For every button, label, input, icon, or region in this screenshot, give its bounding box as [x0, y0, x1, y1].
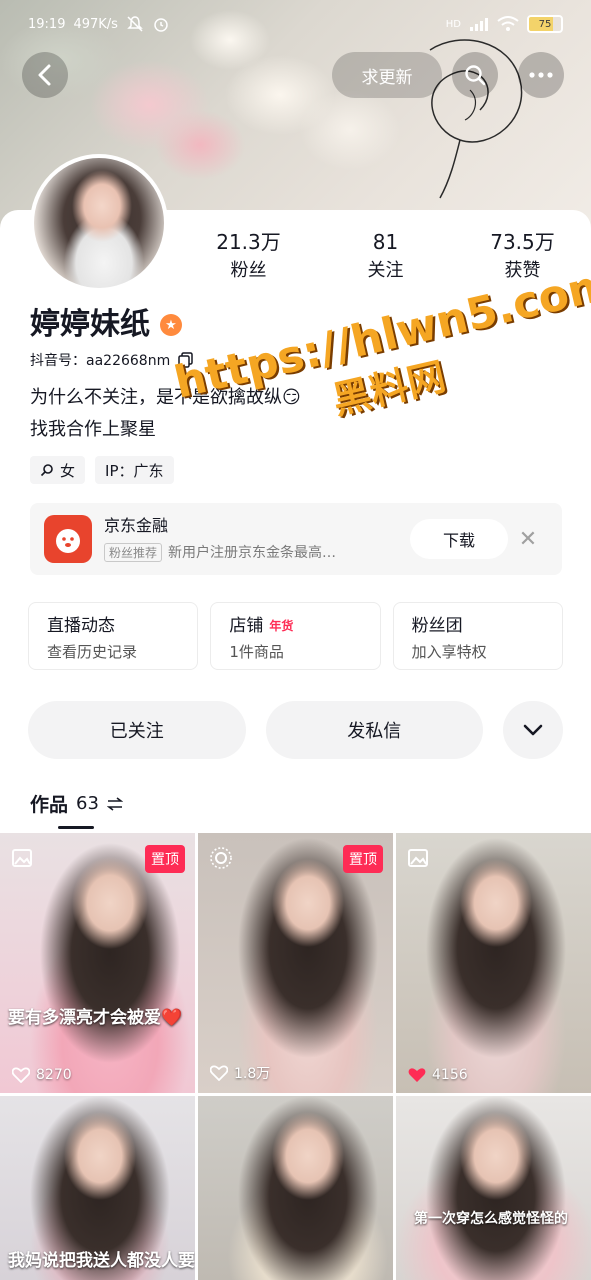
pinned-badge: 置顶	[343, 845, 383, 873]
feature-sub: 查看历史记录	[47, 643, 138, 661]
video-caption: 我妈说把我送人都没人要	[8, 1251, 195, 1271]
bio-line: 找我合作上聚星	[30, 419, 156, 440]
feature-fan-club[interactable]: 粉丝团 加入享特权	[392, 602, 563, 670]
copy-icon[interactable]	[178, 352, 194, 368]
search-icon	[465, 65, 486, 86]
more-button[interactable]	[518, 52, 564, 98]
ad-title: 京东金融	[104, 516, 169, 535]
video-caption: 要有多漂亮才会被爱❤️	[8, 1008, 183, 1028]
profile-name: 婷婷妹纸	[30, 307, 150, 342]
feature-cards: 直播动态 查看历史记录 店铺 年货 1件商品 粉丝团 加入享特权	[28, 602, 563, 670]
heart-filled-icon	[408, 1068, 426, 1082]
signal-icon	[470, 18, 488, 31]
ad-download-button[interactable]: 下载	[410, 519, 508, 559]
stat-label: 粉丝	[230, 260, 267, 281]
stat-label: 关注	[367, 260, 404, 281]
message-button[interactable]: 发私信	[265, 701, 483, 759]
live-photo-icon	[210, 847, 232, 869]
tab-label: 作品	[30, 794, 69, 816]
hot-badge: 年货	[269, 619, 294, 633]
video-tile[interactable]: 置顶 要有多漂亮才会被爱❤️ 8270	[0, 833, 195, 1093]
wifi-icon	[497, 16, 519, 31]
profile-uid: 抖音号：aa22668nm	[30, 353, 171, 369]
heart-outline-icon	[210, 1065, 228, 1081]
stat-following[interactable]: 81 关注	[317, 230, 454, 282]
more-icon	[529, 72, 553, 78]
feature-sub: 加入享特权	[411, 643, 487, 661]
video-tile[interactable]: 置顶 1.8万	[198, 833, 393, 1093]
chevron-left-icon	[38, 64, 51, 86]
jd-dog-icon	[56, 529, 80, 553]
ad-subtitle: 新用户注册京东金条最高…	[168, 545, 337, 561]
like-count: 4156	[432, 1067, 468, 1083]
video-tile[interactable]: 我妈说把我送人都没人要	[0, 1096, 195, 1280]
feature-sub: 1件商品	[229, 643, 284, 661]
profile-tags: 女 IP：广东	[30, 456, 174, 484]
close-icon[interactable]: ✕	[508, 519, 548, 559]
stat-value: 73.5万	[490, 230, 555, 254]
stat-likes[interactable]: 73.5万 获赞	[454, 230, 591, 282]
feature-title: 直播动态	[47, 616, 115, 636]
stats-row: 21.3万 粉丝 81 关注 73.5万 获赞	[180, 230, 591, 282]
female-icon	[40, 464, 53, 477]
like-count: 8270	[36, 1067, 72, 1083]
ad-chip: 粉丝推荐	[104, 542, 163, 562]
feature-live[interactable]: 直播动态 查看历史记录	[28, 602, 199, 670]
network-label: HD	[445, 18, 461, 30]
bio-line: 为什么不关注，是不是欲擒故纵😏	[30, 387, 301, 408]
action-row: 已关注 发私信	[28, 701, 563, 759]
stat-value: 81	[372, 230, 399, 254]
image-icon	[12, 849, 32, 867]
mute-icon	[127, 16, 143, 32]
sort-icon[interactable]	[106, 796, 123, 811]
tab-works[interactable]: 作品 63	[30, 790, 123, 817]
chevron-down-icon	[523, 724, 543, 736]
alarm-icon	[154, 18, 168, 32]
feature-title: 店铺	[229, 616, 264, 636]
feature-shop[interactable]: 店铺 年货 1件商品	[210, 602, 381, 670]
like-count: 1.8万	[234, 1066, 271, 1082]
request-update-button[interactable]: 求更新	[332, 52, 442, 98]
stat-followers[interactable]: 21.3万 粉丝	[180, 230, 317, 282]
pinned-badge: 置顶	[145, 845, 185, 873]
jd-finance-logo	[44, 515, 92, 563]
expand-button[interactable]	[503, 701, 563, 759]
star-badge-icon[interactable]: ★	[160, 314, 182, 336]
stat-value: 21.3万	[216, 230, 281, 254]
tab-underline	[58, 826, 94, 829]
uid-row: 抖音号：aa22668nm	[30, 350, 194, 370]
gender-tag: 女	[30, 456, 86, 484]
followed-button[interactable]: 已关注	[28, 701, 246, 759]
search-button[interactable]	[452, 52, 498, 98]
status-time: 19:19	[28, 16, 66, 32]
profile-bio: 为什么不关注，是不是欲擒故纵😏 找我合作上聚星	[30, 382, 550, 446]
feature-title: 粉丝团	[411, 616, 463, 636]
video-tile[interactable]	[198, 1096, 393, 1280]
ip-tag: IP：广东	[95, 456, 174, 484]
ip-label: IP：广东	[105, 461, 164, 480]
status-bar: 19:19 497K/s HD 75	[0, 0, 591, 48]
battery-icon: 75	[527, 15, 563, 33]
status-speed: 497K/s	[73, 16, 118, 32]
heart-outline-icon	[12, 1067, 30, 1083]
ad-banner[interactable]: 京东金融 粉丝推荐 新用户注册京东金条最高… 下载 ✕	[30, 503, 562, 575]
back-button[interactable]	[22, 52, 68, 98]
name-row: 婷婷妹纸 ★	[30, 306, 182, 344]
gender-label: 女	[60, 461, 76, 480]
video-tile[interactable]: 4156	[396, 833, 591, 1093]
video-grid: 置顶 要有多漂亮才会被爱❤️ 8270 置顶 1.8万 4156 我妈说把我送人…	[0, 833, 591, 1280]
video-tile[interactable]: 第一次穿怎么感觉怪怪的	[396, 1096, 591, 1280]
video-caption: 第一次穿怎么感觉怪怪的	[414, 1211, 568, 1227]
image-icon	[408, 849, 428, 867]
avatar[interactable]	[30, 154, 168, 292]
tab-count: 63	[76, 793, 99, 814]
stat-label: 获赞	[504, 260, 541, 281]
